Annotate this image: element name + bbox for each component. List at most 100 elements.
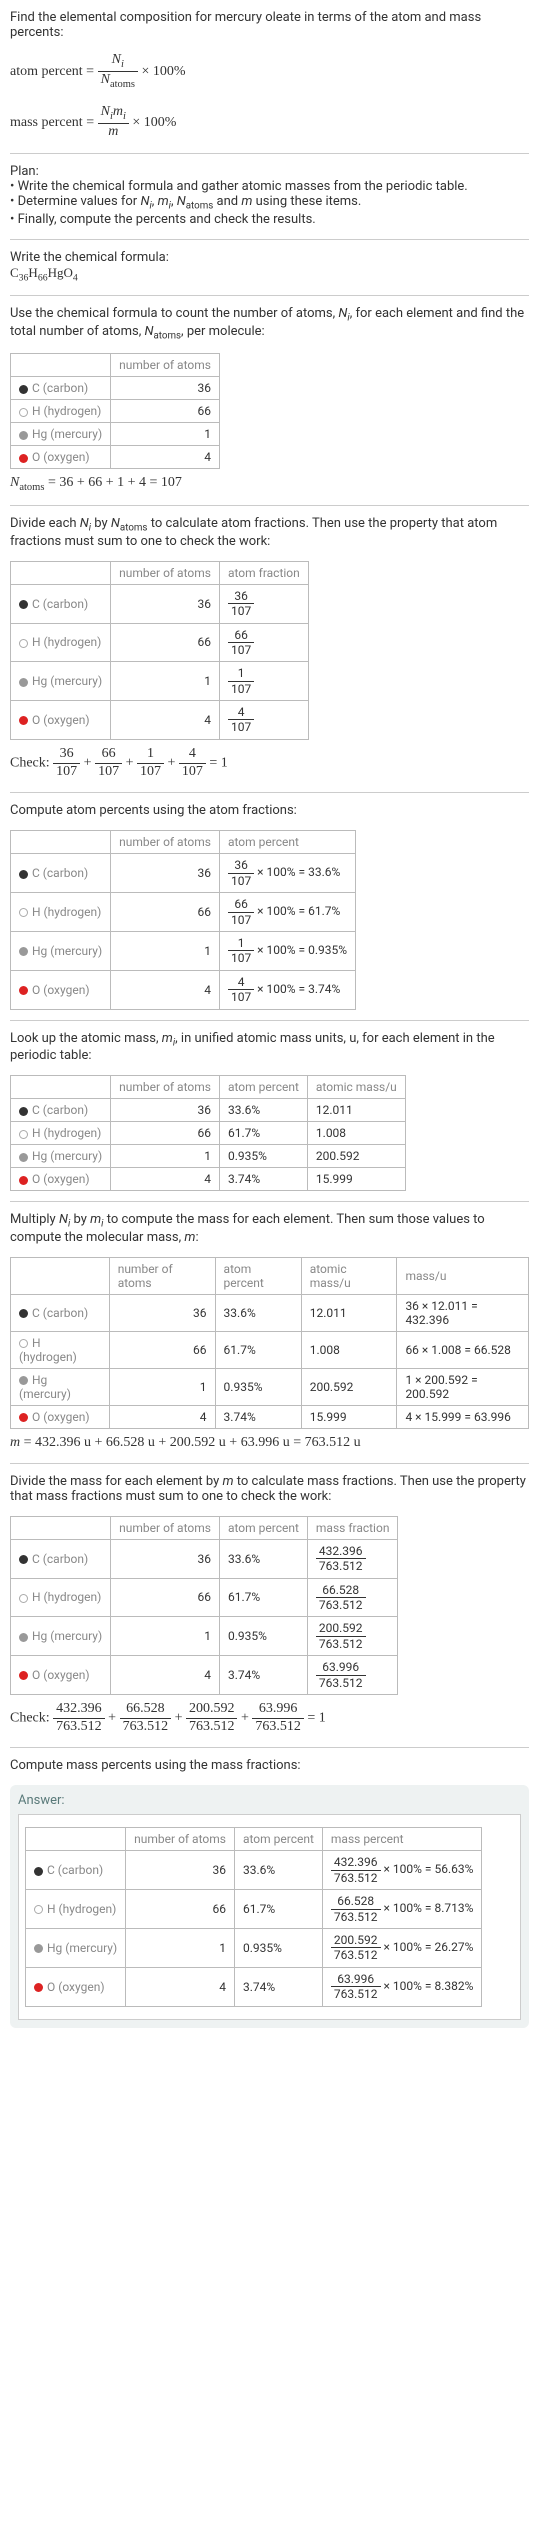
num: 432.396 [331,1855,381,1870]
table-header-row: number of atoms [11,354,220,377]
carbon-dot-icon [19,1555,28,1564]
var-n: N [112,52,121,67]
element-cell: H (hydrogen) [11,623,111,662]
value-cell: 0.935% [219,1617,307,1656]
value-cell: 36 × 12.011 = 432.396 [397,1294,529,1331]
oxygen-dot-icon [19,454,28,463]
element-name: O (oxygen) [32,713,90,727]
den: 107 [228,990,254,1004]
var: m [158,194,169,209]
value-cell: 66 [111,623,220,662]
element-name: O (oxygen) [32,983,90,997]
percent-cell: 4107 × 100% = 3.74% [219,970,355,1009]
element-cell: Hg (mercury) [11,932,111,971]
value-cell: 1 [111,1617,220,1656]
col-header: number of atoms [111,1076,220,1099]
value-cell: 3.74% [215,1405,301,1428]
hydrogen-dot-icon [19,908,28,917]
den: 107 [228,604,254,618]
value-cell: 0.935% [234,1929,322,1968]
col-header: mass percent [322,1828,482,1851]
den: 107 [228,643,254,657]
value-cell: 4 [111,446,220,469]
table-row: C (carbon)3633.6%432.396763.512 × 100% =… [26,1851,482,1890]
den: 107 [53,764,80,781]
element-cell: H (hydrogen) [11,1122,111,1145]
var-n: N [101,104,110,119]
value-cell: 4 [109,1405,215,1428]
divider [10,1463,529,1464]
table-row: C (carbon)3633.6%432.396763.512 [11,1539,398,1578]
percent-cell: 36107 × 100% = 33.6% [219,854,355,893]
den: 763.512 [252,1719,304,1736]
element-name: H (hydrogen) [32,635,101,649]
check-equation: Check: 36107 + 66107 + 1107 + 4107 = 1 [10,746,529,781]
oxygen-dot-icon [19,1176,28,1185]
element-name: H (hydrogen) [32,1590,101,1604]
fraction-cell: 432.396763.512 [307,1539,398,1578]
element-name: O (oxygen) [32,1172,90,1186]
element-cell: Hg (mercury) [26,1929,126,1968]
table-row: Hg (mercury)10.935%200.5921 × 200.592 = … [11,1368,529,1405]
mercury-dot-icon [19,431,28,440]
element-cell: Hg (mercury) [11,1145,111,1168]
table-row: H (hydrogen)6661.7%1.008 [11,1122,406,1145]
num: 36 [228,589,254,604]
element-cell: C (carbon) [11,854,111,893]
intro-text: Find the elemental composition for mercu… [10,10,529,40]
elem: C [10,265,19,280]
col-header: atom fraction [219,561,308,584]
value-cell: 61.7% [234,1890,322,1929]
value-cell: 33.6% [219,1539,307,1578]
table-header-row: number of atomsatom percentmass percent [26,1828,482,1851]
value-cell: 1 [111,1145,220,1168]
fraction-cell: 63.996763.512 [307,1656,398,1695]
num: 4 [228,705,254,720]
times-100: × 100% [132,115,176,130]
value-cell: 12.011 [307,1099,405,1122]
atom-percent-formula: atom percent = Ni Natoms × 100% [10,52,529,92]
m-equation: m = 432.396 u + 66.528 u + 200.592 u + 6… [10,1435,529,1451]
num: 1 [228,666,254,681]
table-row: O (oxygen)43.74%15.999 [11,1168,406,1191]
element-name: Hg (mercury) [32,674,102,688]
oxygen-dot-icon [19,1413,28,1422]
answer-inner: number of atomsatom percentmass percent … [18,1814,521,2019]
value-cell: 3.74% [234,1967,322,2006]
percent-cell: 432.396763.512 × 100% = 56.63% [322,1851,482,1890]
table-row: H (hydrogen)6661.7%1.00866 × 1.008 = 66.… [11,1331,529,1368]
den: 763.512 [316,1598,366,1612]
carbon-dot-icon [19,1107,28,1116]
table-header-row: number of atomsatom percent [11,831,356,854]
element-cell: C (carbon) [11,1099,111,1122]
value-cell: 61.7% [219,1122,307,1145]
oxygen-dot-icon [19,716,28,725]
mass-table: number of atomsatom percentatomic mass/u… [10,1257,529,1429]
num: 63.996 [252,1701,304,1719]
table-row: H (hydrogen)6666107 [11,623,309,662]
value-cell: 0.935% [215,1368,301,1405]
divider [10,1020,529,1021]
mercury-dot-icon [19,1633,28,1642]
col-header: atomic mass/u [301,1257,397,1294]
element-cell: H (hydrogen) [11,1578,111,1617]
element-name: C (carbon) [32,597,88,611]
result: × 100% = 26.27% [381,1940,474,1954]
table-row: Hg (mercury)10.935%200.592763.512 × 100%… [26,1929,482,1968]
col-header: atom percent [219,831,355,854]
value-cell: 36 [111,377,220,400]
value-cell: 61.7% [219,1578,307,1617]
table-row: O (oxygen)43.74%15.9994 × 15.999 = 63.99… [11,1405,529,1428]
plan-item: • Write the chemical formula and gather … [10,179,529,194]
element-cell: Hg (mercury) [11,662,111,701]
value-cell: 1 [111,662,220,701]
value-cell: 1.008 [307,1122,405,1145]
element-name: H (hydrogen) [19,1336,77,1364]
den: 107 [228,682,254,696]
value-cell: 1.008 [301,1331,397,1368]
hydrogen-dot-icon [19,1594,28,1603]
col-header: number of atoms [111,561,220,584]
compute-atom-pct-text: Compute atom percents using the atom fra… [10,803,529,818]
value-cell: 33.6% [219,1099,307,1122]
element-name: Hg (mercury) [47,1941,117,1955]
